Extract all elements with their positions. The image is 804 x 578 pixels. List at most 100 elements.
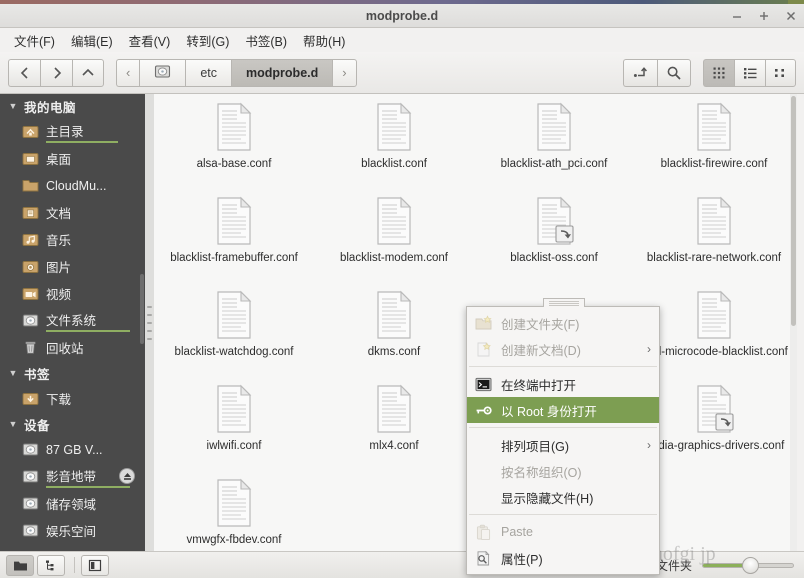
document-icon [371, 102, 417, 154]
ctx-show-hidden-files[interactable]: 显示隐藏文件(H) [467, 484, 659, 510]
file-name-label: blacklist-oss.conf [478, 251, 630, 265]
context-menu[interactable]: 创建文件夹(F)创建新文档(D)›在终端中打开以 Root 身份打开排列项目(G… [466, 306, 660, 575]
document-symlink-icon [691, 384, 737, 436]
breadcrumb-prev-button[interactable]: ‹ [116, 59, 139, 87]
minimize-button[interactable] [730, 9, 744, 23]
sidebar-item-pictures[interactable]: 图片 [0, 253, 145, 280]
menu-file[interactable]: 文件(F) [6, 29, 63, 52]
file-item[interactable]: dkms.conf [314, 282, 474, 376]
sidebar-item-volume-storage[interactable]: 储存领域 [0, 490, 145, 517]
crumb-etc[interactable]: etc [185, 59, 231, 87]
paste-icon [475, 524, 492, 541]
drive-icon [22, 468, 39, 485]
ctx-properties[interactable]: 属性(P) [467, 545, 659, 571]
file-item[interactable]: iwlwifi.conf [154, 376, 314, 470]
statusbar-tree-view-button[interactable] [37, 555, 65, 576]
compact-view-button[interactable] [765, 59, 796, 87]
sidebar-item-documents[interactable]: 文档 [0, 199, 145, 226]
document-icon [371, 384, 417, 436]
sidebar-scrollbar[interactable] [140, 274, 144, 344]
file-name-label: nvidia-graphics-drivers.conf [638, 439, 790, 453]
sidebar-item-label: 下载 [46, 389, 71, 408]
crumb-modprobe-d[interactable]: modprobe.d [231, 59, 332, 87]
sidebar-section-mycomputer[interactable]: ▼ 我的电脑 [0, 94, 145, 118]
file-item[interactable]: blacklist-ath_pci.conf [474, 94, 634, 188]
sidebar-item-label: 桌面 [46, 149, 71, 168]
sidebar-item-downloads[interactable]: 下载 [0, 385, 145, 412]
maximize-button[interactable] [757, 9, 771, 23]
context-menu-item-label: 属性(P) [501, 549, 543, 568]
ctx-separator-3 [469, 514, 657, 515]
drive-icon [22, 522, 39, 539]
ctx-paste: Paste [467, 519, 659, 545]
path-entry-button[interactable] [623, 59, 657, 87]
close-button[interactable] [784, 9, 798, 23]
menu-go[interactable]: 转到(G) [178, 29, 237, 52]
file-item[interactable]: blacklist.conf [314, 94, 474, 188]
file-item[interactable]: blacklist-oss.conf [474, 188, 634, 282]
sidebar-item-volume-entertainment[interactable]: 娱乐空间 [0, 517, 145, 544]
menu-view[interactable]: 查看(V) [121, 29, 179, 52]
zoom-slider-knob[interactable] [742, 557, 759, 574]
trash-icon [22, 339, 39, 356]
file-name-label: blacklist-watchdog.conf [158, 345, 310, 359]
statusbar-icon-view-button[interactable] [6, 555, 34, 576]
ctx-arrange-items[interactable]: 排列项目(G)› [467, 432, 659, 458]
file-area-scrollbar[interactable] [790, 94, 797, 551]
up-button[interactable] [72, 59, 104, 87]
file-item[interactable]: blacklist-framebuffer.conf [154, 188, 314, 282]
sidebar-item-music[interactable]: 音乐 [0, 226, 145, 253]
sidebar-splitter[interactable] [145, 94, 154, 551]
music-folder-icon [22, 231, 39, 248]
file-item[interactable]: blacklist-watchdog.conf [154, 282, 314, 376]
sidebar-item-desktop[interactable]: 桌面 [0, 145, 145, 172]
sidebar-item-volume-87gb[interactable]: 87 GB V... [0, 436, 145, 463]
back-button[interactable] [8, 59, 40, 87]
sidebar-item-label: 图片 [46, 257, 71, 276]
breadcrumb-next-button[interactable]: › [332, 59, 356, 87]
sidebar-item-volume-workspace[interactable]: WorkSpa... [0, 544, 145, 551]
file-item[interactable]: blacklist-modem.conf [314, 188, 474, 282]
crumb-filesystem[interactable] [139, 59, 185, 87]
menu-help[interactable]: 帮助(H) [295, 29, 353, 52]
sidebar-item-filesystem[interactable]: 文件系统 [0, 307, 145, 334]
chevron-down-icon: ▼ [6, 417, 20, 431]
icon-view-button[interactable] [703, 59, 734, 87]
sidebar-item-trash[interactable]: 回收站 [0, 334, 145, 361]
sidebar-item-volume-media[interactable]: 影音地带 [0, 463, 145, 490]
statusbar-divider [74, 557, 75, 573]
menu-bar: 文件(F) 编辑(E) 查看(V) 转到(G) 书签(B) 帮助(H) [0, 28, 804, 52]
eject-icon[interactable] [119, 468, 135, 484]
sidebar-item-home[interactable]: 主目录 [0, 118, 145, 145]
file-name-label: intel-microcode-blacklist.conf [638, 345, 790, 359]
file-item[interactable]: vmwgfx-fbdev.conf [154, 470, 314, 551]
zoom-slider[interactable] [702, 555, 794, 575]
document-icon [211, 196, 257, 248]
ctx-organize-by-name: 按名称组织(O) [467, 458, 659, 484]
file-item[interactable]: mlx4.conf [314, 376, 474, 470]
sidebar-item-label: 音乐 [46, 230, 71, 249]
sidebar-section-devices[interactable]: ▼ 设备 [0, 412, 145, 436]
sidebar-item-videos[interactable]: 视频 [0, 280, 145, 307]
file-item[interactable]: alsa-base.conf [154, 94, 314, 188]
sidebar-section-bookmarks[interactable]: ▼ 书签 [0, 361, 145, 385]
menu-edit[interactable]: 编辑(E) [63, 29, 121, 52]
sidebar-item-label: 储存领域 [46, 494, 96, 513]
chevron-down-icon: ▼ [6, 366, 20, 380]
videos-folder-icon [22, 285, 39, 302]
sidebar[interactable]: ▼ 我的电脑 主目录 桌面 CloudMu... 文档 [0, 94, 145, 551]
sidebar-item-cloudmusic[interactable]: CloudMu... [0, 172, 145, 199]
title-bar: modprobe.d [0, 4, 804, 28]
document-icon [211, 290, 257, 342]
file-item[interactable]: blacklist-firewire.conf [634, 94, 794, 188]
menu-bookmarks[interactable]: 书签(B) [237, 29, 295, 52]
list-view-button[interactable] [734, 59, 765, 87]
forward-button[interactable] [40, 59, 72, 87]
statusbar-sidebar-toggle-button[interactable] [81, 555, 109, 576]
context-menu-item-label: 创建新文档(D) [501, 340, 581, 359]
ctx-open-as-root[interactable]: 以 Root 身份打开 [467, 397, 659, 423]
file-item[interactable]: blacklist-rare-network.conf [634, 188, 794, 282]
search-button[interactable] [657, 59, 691, 87]
ctx-open-in-terminal[interactable]: 在终端中打开 [467, 371, 659, 397]
sidebar-item-label: 娱乐空间 [46, 521, 96, 540]
